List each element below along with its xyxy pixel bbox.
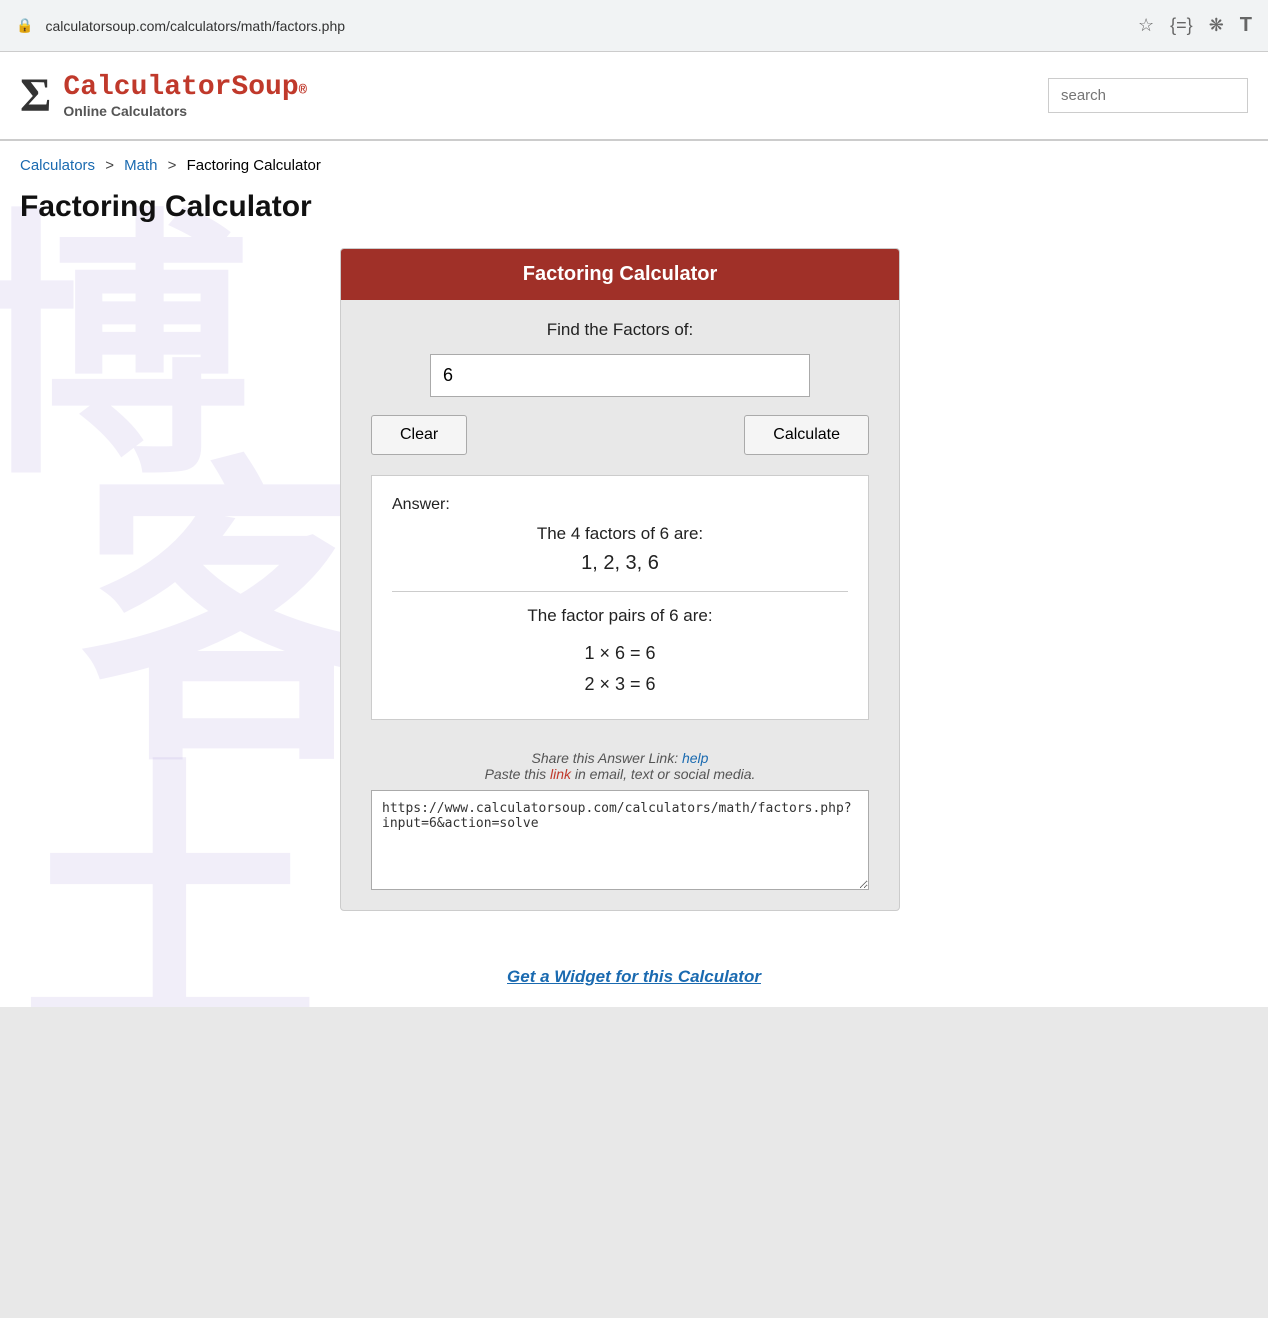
browser-bar: 🔒 calculatorsoup.com/calculators/math/fa…	[0, 0, 1268, 52]
page-title: Factoring Calculator	[0, 182, 1268, 248]
answer-content: The 4 factors of 6 are: 1, 2, 3, 6 The f…	[392, 524, 848, 699]
share-text-3: in email, text or social media.	[575, 766, 756, 782]
breadcrumb-current: Factoring Calculator	[187, 157, 321, 174]
find-factors-label: Find the Factors of:	[371, 320, 869, 340]
breadcrumb: Calculators > Math > Factoring Calculato…	[0, 141, 1268, 182]
answer-divider	[392, 591, 848, 592]
calc-buttons: Clear Calculate	[371, 415, 869, 455]
factors-list: 1, 2, 3, 6	[392, 552, 848, 575]
factor-pairs: 1 × 6 = 6 2 × 3 = 6	[392, 638, 848, 699]
logo-text: CalculatorSoup® Online Calculators	[63, 72, 307, 119]
dropbox-icon[interactable]: ❋	[1209, 15, 1224, 36]
calculator-body: Find the Factors of: Clear Calculate Ans…	[341, 300, 899, 910]
calculate-button[interactable]: Calculate	[744, 415, 869, 455]
calculator-header: Factoring Calculator	[341, 249, 899, 300]
number-input[interactable]	[430, 354, 810, 397]
breadcrumb-sep-2: >	[168, 157, 177, 174]
clear-button[interactable]: Clear	[371, 415, 467, 455]
lock-icon: 🔒	[16, 17, 33, 34]
factor-pair-2: 2 × 3 = 6	[392, 669, 848, 700]
share-link-text: link	[550, 766, 571, 782]
code-icon[interactable]: {=}	[1170, 15, 1193, 36]
font-icon[interactable]: T	[1240, 14, 1252, 37]
logo-name-part2: Soup	[231, 72, 298, 103]
share-text-1: Share this Answer Link:	[532, 750, 679, 766]
factor-pairs-label: The factor pairs of 6 are:	[392, 606, 848, 626]
breadcrumb-math-link[interactable]: Math	[124, 157, 157, 174]
site-header: Σ CalculatorSoup® Online Calculators	[0, 52, 1268, 141]
share-url-textarea[interactable]: https://www.calculatorsoup.com/calculato…	[371, 790, 869, 890]
breadcrumb-sep-1: >	[105, 157, 114, 174]
factors-count-text: The 4 factors of 6 are:	[392, 524, 848, 544]
answer-box: Answer: The 4 factors of 6 are: 1, 2, 3,…	[371, 475, 869, 720]
sigma-icon: Σ	[20, 68, 51, 123]
url-bar: calculatorsoup.com/calculators/math/fact…	[45, 18, 1126, 34]
answer-label: Answer:	[392, 496, 848, 514]
share-help-link[interactable]: help	[682, 750, 708, 766]
widget-link-area: Get a Widget for this Calculator	[0, 951, 1268, 1007]
page-wrapper: 博 客 土 oo Σ CalculatorSoup® Online Calcul…	[0, 52, 1268, 1007]
star-icon[interactable]: ☆	[1138, 15, 1154, 36]
breadcrumb-calculators-link[interactable]: Calculators	[20, 157, 95, 174]
factor-pair-1: 1 × 6 = 6	[392, 638, 848, 669]
share-section: Share this Answer Link: help Paste this …	[371, 740, 869, 790]
browser-icons: ☆ {=} ❋ T	[1138, 14, 1252, 37]
share-text-2: Paste this	[485, 766, 546, 782]
logo-reg: ®	[299, 83, 307, 99]
logo-name-part1: Calculator	[63, 72, 231, 103]
calculator-container: Factoring Calculator Find the Factors of…	[340, 248, 900, 911]
logo-area: Σ CalculatorSoup® Online Calculators	[20, 68, 307, 123]
widget-link[interactable]: Get a Widget for this Calculator	[507, 967, 761, 986]
logo-subtitle: Online Calculators	[63, 103, 307, 119]
logo-name: CalculatorSoup®	[63, 72, 307, 103]
search-input[interactable]	[1048, 78, 1248, 113]
